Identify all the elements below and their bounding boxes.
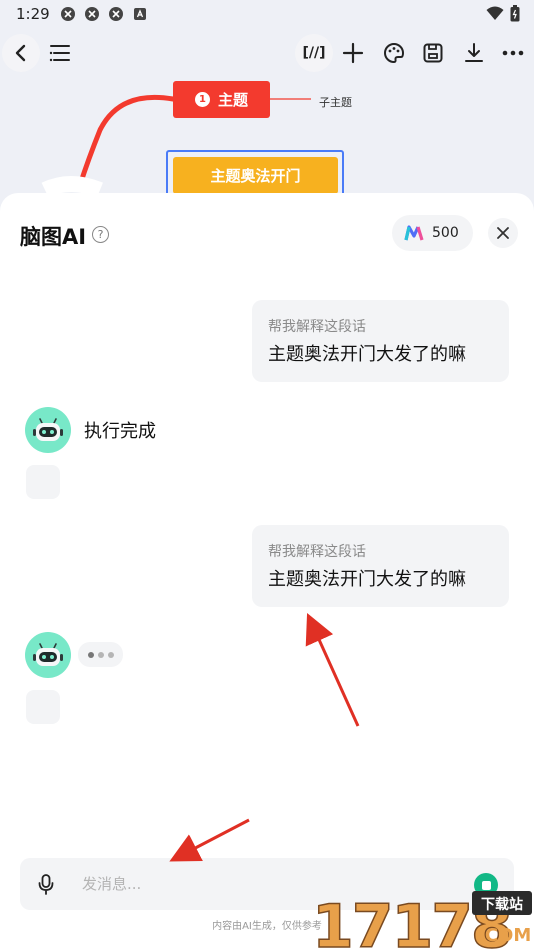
user-message-hint: 帮我解释这段话 xyxy=(268,319,366,335)
watermark-domain: .COM xyxy=(478,925,531,946)
robot-icon xyxy=(33,643,63,666)
typing-indicator xyxy=(78,642,123,667)
user-message-hint: 帮我解释这段话 xyxy=(268,544,366,560)
close-button[interactable] xyxy=(488,218,518,248)
main-topic-label: 主题 xyxy=(217,91,248,109)
user-message: 帮我解释这段话 主题奥法开门大发了的嘛 xyxy=(252,525,509,607)
ai-message-actions[interactable] xyxy=(26,690,60,724)
watermark-logo: 17178 下载站 .COM xyxy=(311,885,534,950)
user-message: 帮我解释这段话 主题奥法开门大发了的嘛 xyxy=(252,300,509,382)
mindmap-main-topic[interactable]: 1 主题 xyxy=(173,81,270,118)
watermark-tag: 下载站 xyxy=(481,896,523,913)
credits-badge[interactable]: 500 xyxy=(392,215,473,251)
ai-message-text: 执行完成 xyxy=(84,421,156,442)
ai-message-actions[interactable] xyxy=(26,465,60,499)
microphone-icon[interactable] xyxy=(38,874,54,895)
close-icon xyxy=(497,227,509,239)
user-message-text: 主题奥法开门大发了的嘛 xyxy=(268,344,466,365)
panel-title: 脑图AI xyxy=(20,225,87,249)
ai-chat-panel: 脑图AI ? 500 帮我解释这段话 主题奥法开门大发了的嘛 执行完成 帮我解释… xyxy=(0,193,534,950)
ai-logo-icon xyxy=(404,225,424,241)
mindmap-selected-topic[interactable]: 主题奥法开门 xyxy=(173,157,338,194)
ai-avatar xyxy=(25,407,71,453)
topic-number-badge: 1 xyxy=(194,92,210,107)
robot-icon xyxy=(33,418,63,441)
credits-count: 500 xyxy=(432,225,459,241)
ai-avatar xyxy=(25,632,71,678)
mindmap-subtopic[interactable]: 子主题 xyxy=(319,94,352,110)
user-message-text: 主题奥法开门大发了的嘛 xyxy=(268,569,466,590)
help-icon[interactable]: ? xyxy=(92,226,109,243)
